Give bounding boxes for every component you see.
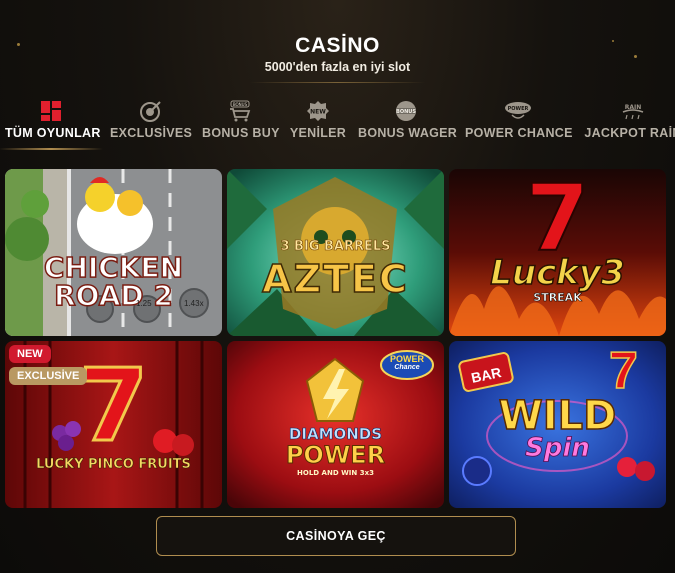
exclusive-badge: EXCLUSİVE bbox=[9, 367, 88, 385]
multiplier-label: 1.43x bbox=[184, 299, 204, 308]
tab-exclusives[interactable]: EXCLUSİVES bbox=[110, 100, 193, 146]
cart-badge-text: BONUS bbox=[233, 102, 248, 107]
tab-label: JACKPOT RAİN bbox=[584, 126, 675, 140]
game-card-wild-spin[interactable]: BAR 7 WILD Spin bbox=[449, 341, 666, 508]
tab-power-chance[interactable]: POWER POWER CHANCE bbox=[465, 100, 573, 146]
multiplier-label: 1.25 bbox=[136, 299, 152, 308]
game-card-lucky-pinco-fruits[interactable]: 7 LUCKY PINCO FRUITS NEW EXCLUSİVE bbox=[5, 341, 222, 508]
game-title: Lucky3 bbox=[490, 252, 626, 294]
jackpot-rain-icon: RAIN bbox=[619, 100, 647, 122]
page-subtitle: 5000'den fazla en iyi slot bbox=[264, 60, 411, 74]
tab-bonus-wager[interactable]: BONUS BONUS WAGER bbox=[358, 100, 458, 146]
new-icon-text: NEW bbox=[310, 109, 326, 116]
grid-icon bbox=[40, 100, 62, 122]
page-header: CASİNO 5000'den fazla en iyi slot bbox=[0, 34, 675, 74]
tab-label: BONUS WAGER bbox=[358, 126, 458, 140]
power-icon-text: POWER bbox=[508, 106, 529, 112]
power-chance-logo-top: POWER bbox=[389, 354, 424, 364]
game-title: POWER bbox=[285, 441, 386, 470]
tab-new[interactable]: NEW YENİLER bbox=[289, 100, 347, 146]
power-chance-icon: POWER bbox=[504, 100, 532, 122]
tab-label: POWER CHANCE bbox=[465, 126, 573, 140]
tab-label: YENİLER bbox=[289, 126, 347, 140]
tab-all-games[interactable]: TÜM OYUNLAR bbox=[0, 100, 103, 150]
wager-icon: BONUS bbox=[393, 100, 419, 122]
power-chance-logo-bottom: Chance bbox=[394, 364, 420, 371]
game-card-chicken-road-2[interactable]: CHICKEN ROAD 2 1.25 1.43x bbox=[5, 169, 222, 336]
tab-label: BONUS BUY bbox=[202, 126, 280, 140]
power-chance-logo: POWER Chance bbox=[381, 354, 433, 371]
go-to-casino-button[interactable]: CASİNOYA GEÇ bbox=[156, 516, 516, 556]
game-card-aztec[interactable]: 3 BIG BARRELS AZTEC bbox=[227, 169, 444, 336]
tab-bonus-buy[interactable]: BONUS BONUS BUY bbox=[202, 100, 280, 146]
game-title: Spin bbox=[525, 433, 591, 464]
page-title: CASİNO bbox=[295, 34, 380, 57]
tab-jackpot-rain[interactable]: RAIN JACKPOT RAİN bbox=[583, 100, 675, 146]
game-subtitle: 3 BIG BARRELS bbox=[280, 239, 391, 255]
target-icon bbox=[138, 100, 162, 122]
game-card-diamonds-power[interactable]: POWER Chance DIAMONDS POWER HOLD AND WIN… bbox=[227, 341, 444, 508]
title-divider bbox=[250, 82, 425, 83]
game-subtitle: STREAK bbox=[533, 291, 582, 305]
wager-icon-text: BONUS bbox=[396, 109, 416, 115]
game-card-lucky-3-streak[interactable]: 7 Lucky3 STREAK bbox=[449, 169, 666, 336]
tab-label: TÜM OYUNLAR bbox=[5, 126, 101, 140]
game-subtitle: HOLD AND WIN 3x3 bbox=[297, 469, 374, 477]
tab-label: EXCLUSİVES bbox=[110, 126, 193, 140]
red-seven-symbol: 7 bbox=[608, 341, 638, 401]
big-seven: 7 bbox=[77, 346, 150, 466]
new-icon: NEW bbox=[306, 100, 330, 122]
game-grid: CHICKEN ROAD 2 1.25 1.43x 3 BIG BARRELS … bbox=[5, 169, 671, 508]
game-title: AZTEC bbox=[261, 256, 409, 302]
category-tabs: TÜM OYUNLAR EXCLUSİVES BONUS BONUS BUY N… bbox=[0, 100, 675, 150]
cart-icon: BONUS bbox=[227, 100, 253, 122]
game-title: LUCKY PINCO FRUITS bbox=[36, 457, 191, 473]
new-badge: NEW bbox=[9, 345, 51, 363]
